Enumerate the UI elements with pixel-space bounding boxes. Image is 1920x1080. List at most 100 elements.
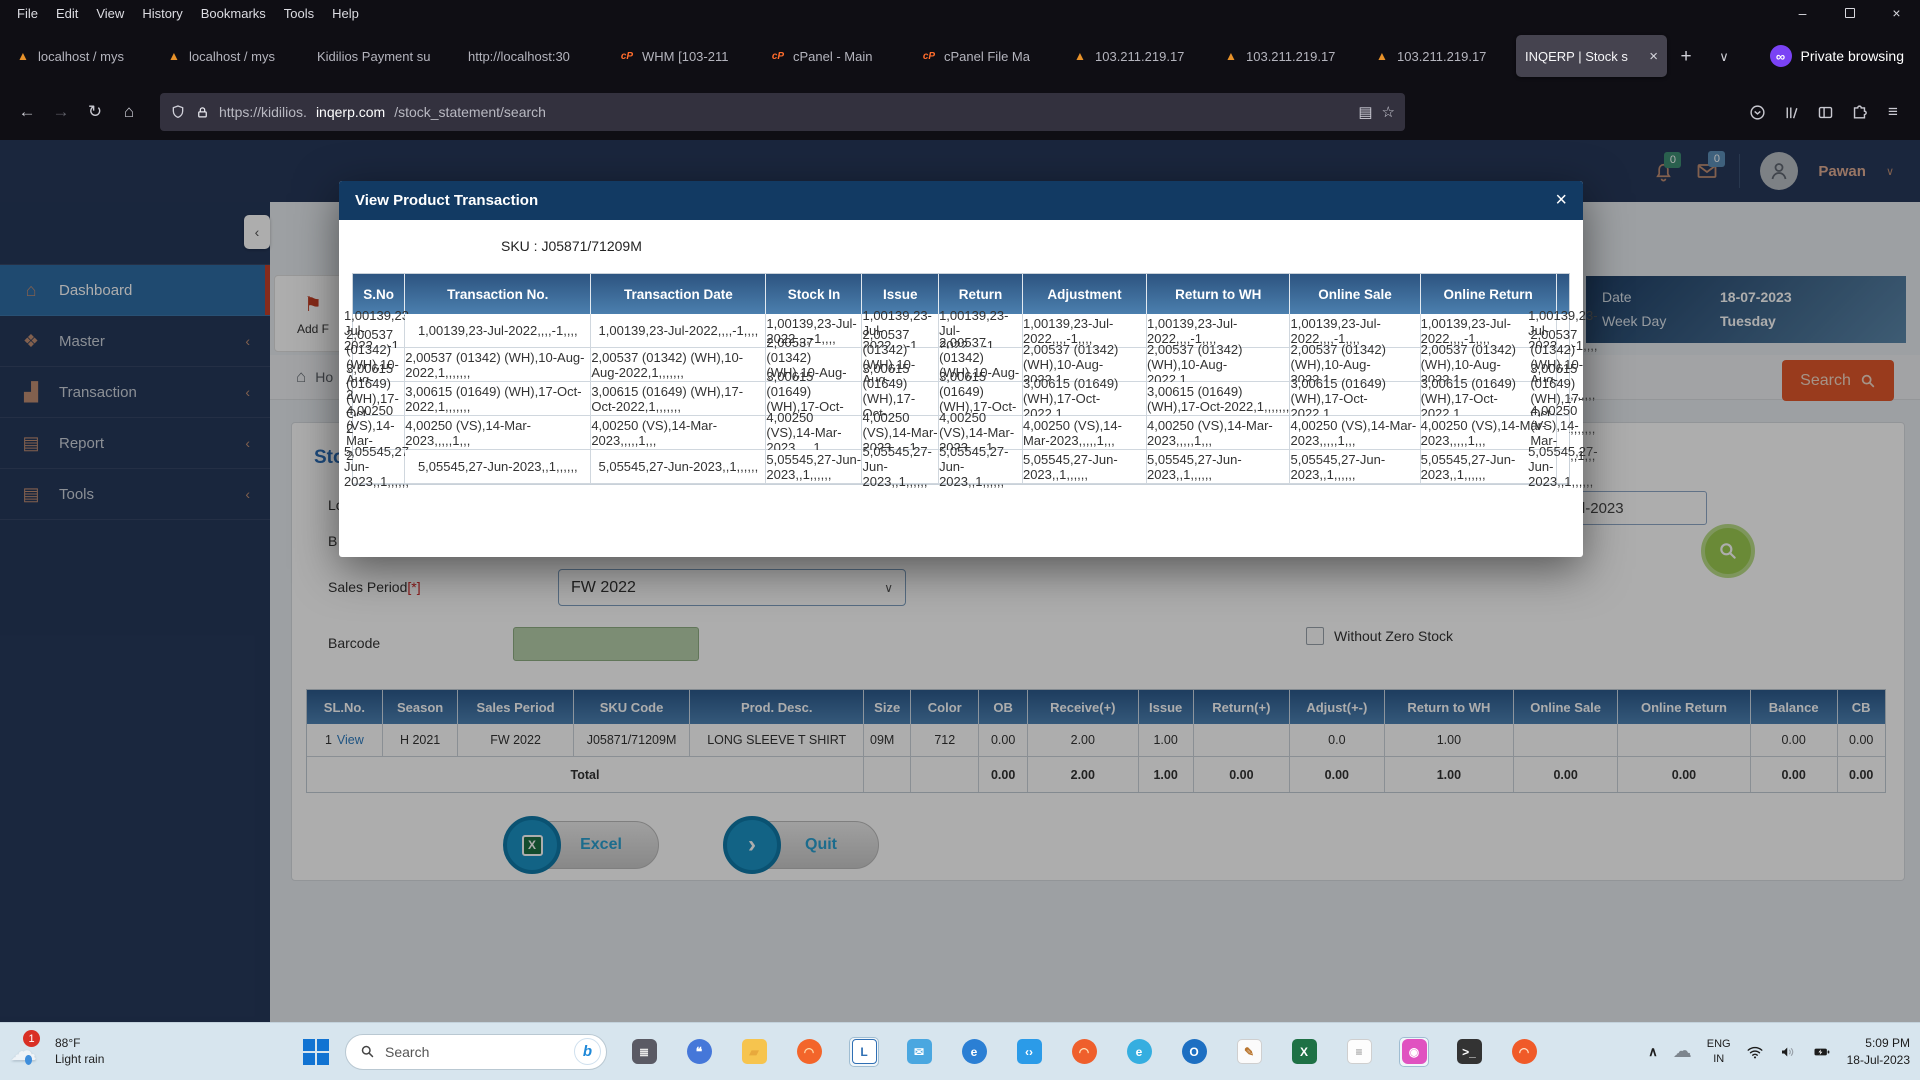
battery-icon[interactable] xyxy=(1812,1043,1832,1061)
sidebar-toggle-icon[interactable] xyxy=(1808,95,1842,129)
taskbar-app-button[interactable]: ◠ xyxy=(794,1037,824,1067)
volume-icon[interactable] xyxy=(1779,1043,1797,1061)
menu-item[interactable]: Bookmarks xyxy=(192,4,275,23)
taskbar-app-button[interactable]: L xyxy=(849,1037,879,1067)
taskbar-app-button[interactable]: ❝ xyxy=(684,1037,714,1067)
browser-tab[interactable]: WHM [103-211 xyxy=(610,35,761,77)
tabs: localhost / mys localhost / mys Kidilios… xyxy=(6,35,1667,77)
transaction-table-cell: 3,00615 (01649) (WH),17-Oct-2022,1,,,,,,… xyxy=(1023,382,1147,416)
forward-button[interactable]: → xyxy=(44,95,78,129)
transaction-header-cell: Return to WH xyxy=(1147,274,1290,314)
taskbar-app-button[interactable]: O xyxy=(1179,1037,1209,1067)
transaction-table-cell: 4,00250 (VS),14-Mar-2023,,,,,1,,, xyxy=(1290,416,1420,450)
restore-button[interactable] xyxy=(1826,0,1873,26)
clock-widget[interactable]: 5:09 PM 18-Jul-2023 xyxy=(1847,1035,1910,1069)
language-indicator[interactable]: ENG IN xyxy=(1707,1037,1731,1067)
taskbar-search[interactable]: Search b xyxy=(345,1034,607,1070)
taskbar-app-button[interactable]: ◠ xyxy=(1069,1037,1099,1067)
transaction-table-row: 5,05545,27-Jun-2023,,1,,,,,, 5,05545,27-J… xyxy=(353,450,1569,484)
shield-icon[interactable] xyxy=(170,104,186,120)
home-button[interactable]: ⌂ xyxy=(112,95,146,129)
taskbar-app-button[interactable]: e xyxy=(1124,1037,1154,1067)
browser-tab[interactable]: 103.211.219.17 xyxy=(1214,35,1365,77)
taskbar-app-button[interactable]: ≣ xyxy=(629,1037,659,1067)
windows-taskbar: ☁ 1 88°F Light rain Search b ≣ ❝ xyxy=(0,1022,1920,1080)
weather-widget[interactable]: ☁ 1 88°F Light rain xyxy=(10,1023,104,1080)
taskbar-app-button[interactable]: ◉ xyxy=(1399,1037,1429,1067)
tab-title: 103.211.219.17 xyxy=(1246,49,1349,64)
pocket-icon[interactable] xyxy=(1740,95,1774,129)
orange-browser-icon: ◠ xyxy=(1512,1039,1537,1064)
taskbar-app-button[interactable]: X xyxy=(1289,1037,1319,1067)
browser-tab[interactable]: 103.211.219.17 xyxy=(1365,35,1516,77)
close-icon[interactable]: × xyxy=(1555,189,1567,212)
browser-tab[interactable]: INQERP | Stock s × xyxy=(1516,35,1667,77)
pink-app-icon: ◉ xyxy=(1402,1039,1427,1064)
transaction-table-cell: 4,00250 (VS),14-Mar-2023,,,,,1,,, xyxy=(766,416,862,450)
taskbar-app-button[interactable]: ✎ xyxy=(1234,1037,1264,1067)
menu-item[interactable]: View xyxy=(87,4,133,23)
menu-hamburger-icon[interactable]: ≡ xyxy=(1876,95,1910,129)
reader-mode-icon[interactable]: ▤ xyxy=(1358,103,1372,121)
transaction-table-cell: 2,00537 (01342) (WH),10-Aug-2022,1,,,,,,… xyxy=(591,348,766,382)
menu-item[interactable]: Tools xyxy=(275,4,323,23)
taskbar-app-button[interactable]: ‹› xyxy=(1014,1037,1044,1067)
transaction-table-cell: 2,00537 (01342) (WH),10-Aug-2022,1,,,,,,… xyxy=(1147,348,1290,382)
taskbar-app-button[interactable]: ◠ xyxy=(1509,1037,1539,1067)
reload-button[interactable]: ↻ xyxy=(78,95,112,129)
wifi-icon[interactable] xyxy=(1746,1043,1764,1061)
taskbar-app-button[interactable]: >_ xyxy=(1454,1037,1484,1067)
browser-tab[interactable]: cPanel - Main xyxy=(761,35,912,77)
lock-icon[interactable] xyxy=(195,105,210,120)
transaction-table-cell: 5,05545,27-Jun-2023,,1,,,,,, xyxy=(591,450,766,484)
transaction-header-cell: Transaction Date xyxy=(591,274,766,314)
taskbar-center: Search b ≣ ❝ ▰ ◠ xyxy=(299,1023,1539,1080)
tab-list-button[interactable]: ∨ xyxy=(1707,40,1741,74)
browser-tab[interactable]: Kidilios Payment su xyxy=(308,35,459,77)
back-button[interactable]: ← xyxy=(10,95,44,129)
extensions-puzzle-icon[interactable] xyxy=(1842,95,1876,129)
transaction-table-cell: 1,00139,23-Jul-2022,,,,-1,,,, xyxy=(405,314,591,348)
minimize-button[interactable]: – xyxy=(1779,0,1826,26)
new-tab-button[interactable]: + xyxy=(1669,40,1703,74)
close-window-button[interactable]: × xyxy=(1873,0,1920,26)
menu-item[interactable]: History xyxy=(133,4,191,23)
menu-item[interactable]: File xyxy=(8,4,47,23)
taskbar-search-placeholder: Search xyxy=(385,1044,429,1060)
notepad-icon: ≡ xyxy=(1347,1039,1372,1064)
tab-title: cPanel - Main xyxy=(793,49,896,64)
tray-chevron-up-icon[interactable]: ∧ xyxy=(1648,1044,1658,1060)
transaction-header-cell: Transaction No. xyxy=(405,274,591,314)
bing-icon[interactable]: b xyxy=(574,1038,601,1065)
bookmark-star-icon[interactable]: ☆ xyxy=(1382,103,1395,121)
url-bar[interactable]: https://kidilios.inqerp.com/stock_statem… xyxy=(160,93,1405,131)
weather-alert-badge: 1 xyxy=(23,1030,40,1047)
modal-header: View Product Transaction × xyxy=(339,181,1583,220)
browser-tab[interactable]: localhost / mys xyxy=(6,35,157,77)
taskbar-app-button[interactable]: ≡ xyxy=(1344,1037,1374,1067)
taskbar-app-button[interactable]: ▰ xyxy=(739,1037,769,1067)
start-button[interactable] xyxy=(299,1035,333,1069)
tab-favicon xyxy=(921,51,937,62)
navigation-toolbar: ← → ↻ ⌂ https://kidilios.inqerp.com/stoc… xyxy=(0,84,1920,140)
browser-tab[interactable]: 103.211.219.17 xyxy=(1063,35,1214,77)
url-domain: inqerp.com xyxy=(316,104,385,120)
taskbar-app-button[interactable]: ✉ xyxy=(904,1037,934,1067)
tab-favicon xyxy=(1072,49,1088,63)
transaction-table-cell: 5,05545,27-Jun-2023,,1,,,,,, xyxy=(1023,450,1147,484)
browser-tab[interactable]: localhost / mys xyxy=(157,35,308,77)
menu-item[interactable]: Edit xyxy=(47,4,87,23)
browser-tab[interactable]: http://localhost:30 xyxy=(459,35,610,77)
transaction-header-cell: Online Sale xyxy=(1290,274,1420,314)
browser-tab[interactable]: cPanel File Ma xyxy=(912,35,1063,77)
restore-icon xyxy=(1845,8,1855,18)
menu-item[interactable]: Help xyxy=(323,4,368,23)
onedrive-cloud-icon[interactable]: ☁ xyxy=(1673,1040,1692,1063)
taskbar-app-button[interactable]: e xyxy=(959,1037,989,1067)
library-icon[interactable] xyxy=(1774,95,1808,129)
weather-cloud-icon: ☁ 1 xyxy=(10,1036,46,1067)
tab-close-icon[interactable]: × xyxy=(1649,48,1658,65)
rain-drop-icon xyxy=(25,1055,32,1065)
tab-favicon xyxy=(1223,49,1239,63)
opera-icon: O xyxy=(1182,1039,1207,1064)
